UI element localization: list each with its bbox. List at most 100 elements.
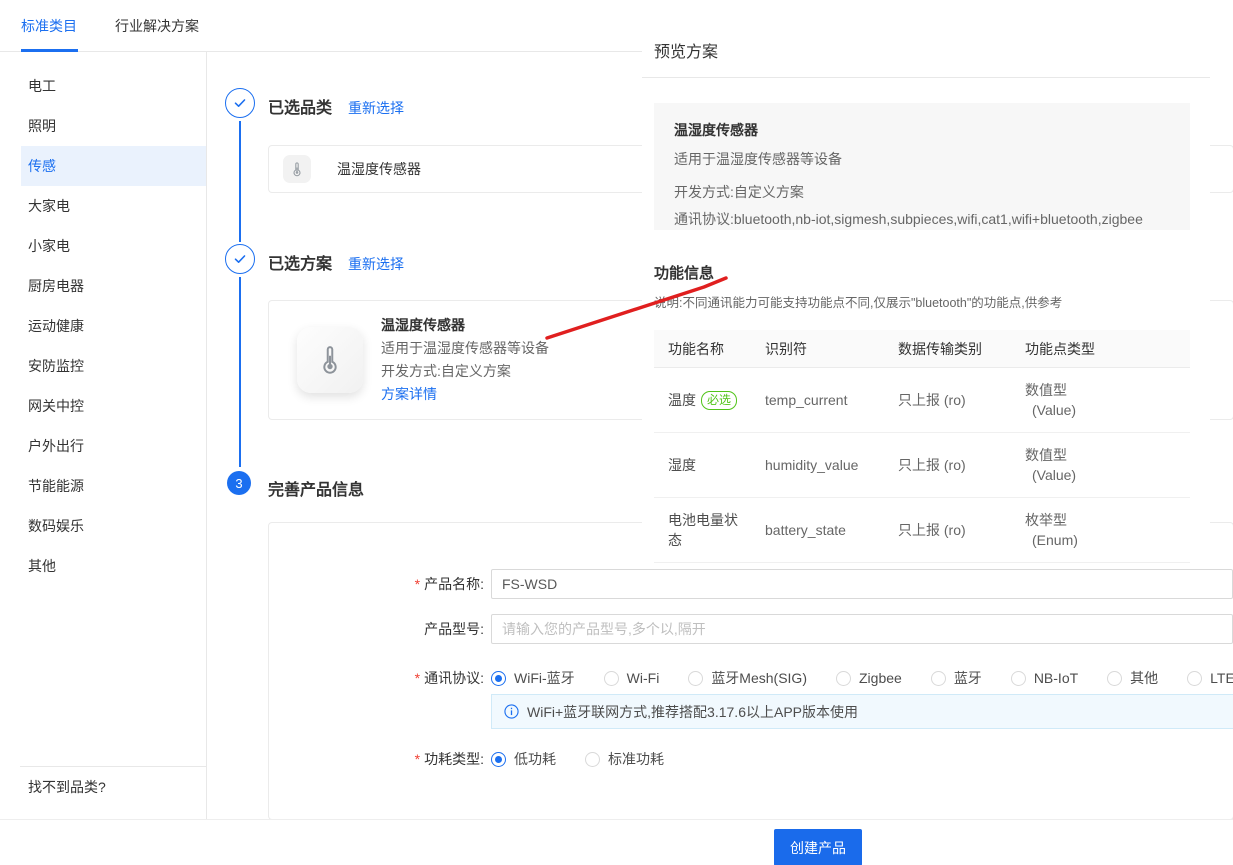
step-connector-2: [239, 277, 241, 467]
table-row: 电池电量状态 battery_state 只上报 (ro) 枚举型(Enum): [654, 498, 1190, 563]
function-info-title: 功能信息: [654, 262, 714, 283]
radio-icon: [585, 752, 600, 767]
product-name-label: *产品名称:: [269, 574, 484, 594]
plan-card-text: 温湿度传感器 适用于温湿度传感器等设备 开发方式:自定义方案 方案详情: [381, 314, 549, 406]
radio-icon: [491, 752, 506, 767]
radio-low-power[interactable]: 低功耗: [491, 749, 556, 769]
step2-title: 已选方案: [268, 250, 332, 274]
radio-icon: [1187, 671, 1202, 686]
radio-icon: [604, 671, 619, 686]
plan-dev-mode: 开发方式:自定义方案: [381, 360, 549, 383]
radio-icon: [1107, 671, 1122, 686]
preview-title: 预览方案: [654, 38, 718, 62]
product-model-input[interactable]: [491, 614, 1233, 644]
radio-icon: [931, 671, 946, 686]
radio-wifi[interactable]: Wi-Fi: [604, 670, 660, 686]
product-model-label: 产品型号:: [269, 619, 484, 639]
step2-reselect-link[interactable]: 重新选择: [348, 254, 404, 274]
radio-icon: [491, 671, 506, 686]
identifier-cell: battery_state: [765, 522, 898, 538]
protocol-row: *通讯协议: WiFi-蓝牙 Wi-Fi 蓝牙Mesh(SIG) Zigbee …: [269, 663, 1233, 693]
step1-reselect-link[interactable]: 重新选择: [348, 98, 404, 118]
type-cell: 数值型(Value): [1025, 445, 1190, 485]
product-model-row: 产品型号:: [269, 614, 1233, 644]
step3-header: 完善产品信息: [268, 476, 364, 500]
page-footer: 创建产品: [0, 819, 1233, 865]
protocol-hint-text: WiFi+蓝牙联网方式,推荐搭配3.17.6以上APP版本使用: [527, 702, 858, 722]
table-header-row: 功能名称 识别符 数据传输类别 功能点类型: [654, 330, 1190, 368]
radio-ble-mesh[interactable]: 蓝牙Mesh(SIG): [688, 668, 807, 688]
protocol-hint-bar: WiFi+蓝牙联网方式,推荐搭配3.17.6以上APP版本使用: [491, 694, 1233, 729]
col-identifier: 识别符: [765, 339, 898, 359]
create-product-button[interactable]: 创建产品: [774, 829, 862, 865]
product-create-page: 标准类目 行业解决方案 电工 照明 传感 大家电 小家电 厨房电器 运动健康 安…: [0, 0, 1233, 865]
col-transfer-type: 数据传输类别: [898, 339, 1025, 359]
sidebar-item-electrical[interactable]: 电工: [21, 66, 206, 106]
summary-dev-mode: 开发方式:自定义方案: [674, 182, 1170, 202]
sidebar-item-lighting[interactable]: 照明: [21, 106, 206, 146]
radio-icon: [1011, 671, 1026, 686]
step3-title: 完善产品信息: [268, 476, 364, 500]
preview-plan-drawer: 预览方案 温湿度传感器 适用于温湿度传感器等设备 开发方式:自定义方案 通讯协议…: [642, 0, 1210, 555]
col-point-type: 功能点类型: [1025, 339, 1190, 359]
col-function-name: 功能名称: [668, 339, 765, 359]
category-sidebar: 电工 照明 传感 大家电 小家电 厨房电器 运动健康 安防监控 网关中控 户外出…: [0, 52, 207, 865]
transfer-cell: 只上报 (ro): [898, 455, 1025, 475]
thermometer-icon: [297, 327, 363, 393]
sidebar-item-outdoor[interactable]: 户外出行: [21, 426, 206, 466]
preview-divider: [642, 77, 1210, 78]
step-connector-1: [239, 121, 241, 242]
step3-number-badge: 3: [227, 471, 251, 495]
sidebar-item-security-monitor[interactable]: 安防监控: [21, 346, 206, 386]
radio-icon: [688, 671, 703, 686]
sidebar-item-kitchen-appliance[interactable]: 厨房电器: [21, 266, 206, 306]
radio-wifi-ble[interactable]: WiFi-蓝牙: [491, 668, 575, 688]
identifier-cell: humidity_value: [765, 457, 898, 473]
function-info-note: 说明:不同通讯能力可能支持功能点不同,仅展示"bluetooth"的功能点,供参…: [654, 292, 1062, 311]
tab-standard-category[interactable]: 标准类目: [21, 16, 77, 36]
radio-other[interactable]: 其他: [1107, 668, 1158, 688]
transfer-cell: 只上报 (ro): [898, 520, 1025, 540]
tab-industry-solution[interactable]: 行业解决方案: [115, 16, 199, 36]
sidebar-item-gateway[interactable]: 网关中控: [21, 386, 206, 426]
step1-title: 已选品类: [268, 94, 332, 118]
cannot-find-category-link[interactable]: 找不到品类?: [28, 777, 106, 797]
product-name-row: *产品名称:: [269, 569, 1233, 599]
plan-name: 温湿度传感器: [381, 314, 549, 337]
plan-description: 适用于温湿度传感器等设备: [381, 337, 549, 360]
required-asterisk: *: [415, 576, 420, 592]
power-type-label: *功耗类型:: [269, 749, 484, 769]
summary-protocols: 通讯协议:bluetooth,nb-iot,sigmesh,subpieces,…: [674, 209, 1170, 229]
power-type-radio-group: 低功耗 标准功耗: [491, 749, 664, 769]
sidebar-item-sport-health[interactable]: 运动健康: [21, 306, 206, 346]
step2-header: 已选方案 重新选择: [268, 250, 404, 274]
sidebar-item-other[interactable]: 其他: [21, 546, 206, 586]
sidebar-divider: [20, 766, 206, 767]
product-info-form: *产品名称: 产品型号: *通讯协议: WiFi-蓝牙 Wi-Fi 蓝牙Mesh…: [268, 522, 1233, 820]
step2-check-icon: [225, 244, 255, 274]
sidebar-item-energy[interactable]: 节能能源: [21, 466, 206, 506]
required-asterisk: *: [415, 670, 420, 686]
function-name-cell: 湿度: [668, 455, 765, 475]
sidebar-item-sensor[interactable]: 传感: [21, 146, 206, 186]
radio-icon: [836, 671, 851, 686]
selected-category-name: 温湿度传感器: [337, 159, 421, 179]
product-name-input[interactable]: [491, 569, 1233, 599]
top-tab-bar: 标准类目 行业解决方案: [0, 0, 642, 52]
radio-zigbee[interactable]: Zigbee: [836, 670, 902, 686]
sidebar-item-digital-entertainment[interactable]: 数码娱乐: [21, 506, 206, 546]
summary-name: 温湿度传感器: [674, 120, 1170, 140]
sidebar-item-large-appliance[interactable]: 大家电: [21, 186, 206, 226]
plan-detail-link[interactable]: 方案详情: [381, 383, 549, 406]
summary-description: 适用于温湿度传感器等设备: [674, 149, 1170, 169]
protocol-label: *通讯协议:: [269, 668, 484, 688]
identifier-cell: temp_current: [765, 392, 898, 408]
radio-ble[interactable]: 蓝牙: [931, 668, 982, 688]
required-badge: 必选: [701, 391, 737, 410]
sidebar-item-small-appliance[interactable]: 小家电: [21, 226, 206, 266]
radio-nbiot[interactable]: NB-IoT: [1011, 670, 1078, 686]
info-icon: [504, 704, 519, 719]
type-cell: 数值型(Value): [1025, 380, 1190, 420]
radio-lte-cat1[interactable]: LTE Cat.1: [1187, 670, 1233, 686]
radio-standard-power[interactable]: 标准功耗: [585, 749, 664, 769]
